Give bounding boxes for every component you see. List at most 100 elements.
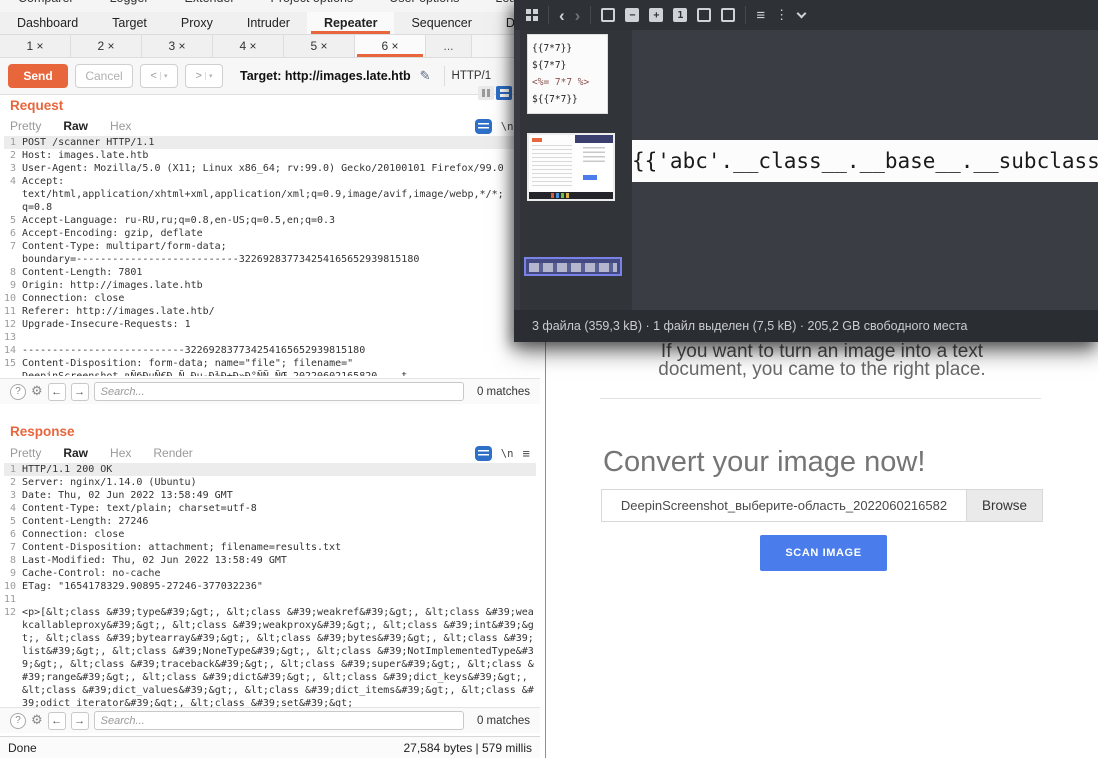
response-view-tab[interactable]: Raw xyxy=(63,446,100,462)
burp-top-tab[interactable]: Comparer xyxy=(0,0,92,5)
show-newlines-icon[interactable]: \n xyxy=(501,448,514,460)
next-match-button[interactable]: → xyxy=(71,383,89,401)
file-input-value: DeepinScreenshot_выберите-область_202206… xyxy=(602,490,966,521)
request-search-input[interactable] xyxy=(94,382,464,401)
request-match-count: 0 matches xyxy=(477,386,530,398)
screenshot-thumbnail[interactable] xyxy=(527,133,615,201)
line-number: 6 xyxy=(4,528,22,541)
repeater-tab[interactable]: 6 × xyxy=(355,35,426,57)
response-view-tab[interactable]: Hex xyxy=(110,446,143,462)
scan-image-button[interactable]: SCAN IMAGE xyxy=(760,535,887,571)
request-view-tab[interactable]: Raw xyxy=(63,119,100,135)
toolbar-divider xyxy=(548,6,549,24)
help-icon[interactable]: ? xyxy=(10,384,26,400)
payload-text-thumbnail[interactable]: {{7*7}} ${7*7} <%= 7*7 %> ${{7*7}} xyxy=(527,34,608,114)
expand-icon[interactable] xyxy=(721,8,735,22)
burp-main-tab[interactable]: Repeater xyxy=(307,12,395,34)
request-line: 7Content-Type: multipart/form-data; boun… xyxy=(4,240,536,266)
burp-top-tab[interactable]: Project options xyxy=(253,0,372,5)
repeater-tab[interactable]: 1 × xyxy=(0,35,71,57)
burp-main-tab[interactable]: Intruder xyxy=(230,12,307,34)
request-view-tab[interactable]: Hex xyxy=(110,119,143,135)
toolbar-divider xyxy=(590,6,591,24)
forward-icon[interactable]: › xyxy=(575,7,581,24)
pretty-print-icon[interactable] xyxy=(475,119,492,134)
kebab-menu-icon[interactable]: ⋮ xyxy=(775,7,788,23)
list-view-icon[interactable]: ≡ xyxy=(756,7,765,24)
repeater-tab[interactable]: 5 × xyxy=(284,35,355,57)
dropdown-caret-icon[interactable]: ▾ xyxy=(160,72,168,80)
help-icon[interactable]: ? xyxy=(10,713,26,729)
burp-main-tab[interactable]: Dashboard xyxy=(0,12,95,34)
actual-size-icon[interactable]: 1 xyxy=(673,8,687,22)
request-view-tab[interactable]: Pretty xyxy=(10,119,53,135)
request-line: 14---------------------------32269283773… xyxy=(4,344,536,357)
request-line: 11Referer: http://images.late.htb/ xyxy=(4,305,536,318)
section-divider xyxy=(600,398,1041,399)
response-line: 11 xyxy=(4,593,536,606)
prev-match-button[interactable]: ← xyxy=(48,383,66,401)
editor-menu-icon[interactable]: ≡ xyxy=(522,446,530,461)
response-view-tab[interactable]: Render xyxy=(153,446,204,462)
thumbnail-view-icon[interactable] xyxy=(526,9,538,21)
request-line: 3User-Agent: Mozilla/5.0 (X11; Linux x86… xyxy=(4,162,536,175)
repeater-tab[interactable]: 3 × xyxy=(142,35,213,57)
burp-main-tab[interactable]: Sequencer xyxy=(394,12,488,34)
burp-top-tab[interactable]: Extender xyxy=(167,0,253,5)
line-text: Accept-Language: ru-RU,ru;q=0.8,en-US;q=… xyxy=(22,214,536,227)
zoom-out-icon[interactable]: − xyxy=(625,8,639,22)
burp-top-tab[interactable]: User options xyxy=(371,0,477,5)
line-number: 14 xyxy=(4,344,22,357)
gear-icon[interactable]: ⚙ xyxy=(31,384,43,399)
show-newlines-icon[interactable]: \n xyxy=(501,121,514,133)
history-forward-button[interactable]: >▾ xyxy=(185,64,223,88)
chevron-down-icon[interactable] xyxy=(797,9,807,19)
line-number: 8 xyxy=(4,554,22,567)
repeater-tab[interactable]: 2 × xyxy=(71,35,142,57)
line-number: 4 xyxy=(4,502,22,515)
request-editor[interactable]: 1POST /scanner HTTP/1.1 2Host: images.la… xyxy=(4,136,536,376)
preview-area[interactable]: {{'abc'.__class__.__base__.__subclasses_… xyxy=(632,30,1098,310)
payload-line: ${7*7} xyxy=(532,57,603,74)
burp-main-tab[interactable]: Proxy xyxy=(164,12,230,34)
send-button[interactable]: Send xyxy=(8,64,68,88)
edit-target-icon[interactable]: ✎ xyxy=(420,68,431,84)
fit-view-icon[interactable] xyxy=(601,8,615,22)
response-line: 8Last-Modified: Thu, 02 Jun 2022 13:58:4… xyxy=(4,554,536,567)
zoom-in-icon[interactable]: + xyxy=(649,8,663,22)
target-url-label: Target: http://images.late.htb xyxy=(240,69,411,83)
prev-match-button[interactable]: ← xyxy=(48,712,66,730)
response-line: 5Content-Length: 27246 xyxy=(4,515,536,528)
line-number: 5 xyxy=(4,515,22,528)
line-number: 3 xyxy=(4,489,22,502)
selected-image-thumbnail[interactable] xyxy=(524,257,622,276)
line-text: Host: images.late.htb xyxy=(22,149,536,162)
repeater-tab[interactable]: ... xyxy=(426,35,472,57)
pretty-print-icon[interactable] xyxy=(475,446,492,461)
file-input[interactable]: DeepinScreenshot_выберите-область_202206… xyxy=(601,489,1043,522)
response-search-input[interactable] xyxy=(94,711,464,730)
back-icon[interactable]: ‹ xyxy=(559,7,565,24)
response-view-tab[interactable]: Pretty xyxy=(10,446,53,462)
columns-layout-button[interactable] xyxy=(478,86,494,100)
next-match-button[interactable]: → xyxy=(71,712,89,730)
line-number: 9 xyxy=(4,567,22,580)
fullscreen-icon[interactable] xyxy=(697,8,711,22)
repeater-tab[interactable]: 4 × xyxy=(213,35,284,57)
request-view-tabs: Pretty Raw Hex xyxy=(10,119,153,135)
browse-button[interactable]: Browse xyxy=(966,490,1042,521)
http-version-label[interactable]: HTTP/1 xyxy=(452,70,492,82)
file-manager-status-bar: 3 файла (359,3 kB) · 1 файл выделен (7,5… xyxy=(514,310,1098,342)
dropdown-caret-icon[interactable]: ▾ xyxy=(205,72,213,80)
gear-icon[interactable]: ⚙ xyxy=(31,713,43,728)
repeater-tabs: 1 × 2 × 3 × 4 × 5 × 6 × xyxy=(0,35,540,58)
rows-layout-button[interactable] xyxy=(496,86,512,100)
burp-main-tab[interactable]: Target xyxy=(95,12,164,34)
file-manager-toolbar: ‹ › − + 1 ≡ ⋮ xyxy=(514,0,1098,30)
line-number: 13 xyxy=(4,331,22,344)
response-editor[interactable]: 1HTTP/1.1 200 OK 2Server: nginx/1.14.0 (… xyxy=(4,463,536,707)
line-text: ETag: "1654178329.90895-27246-377032236" xyxy=(22,580,536,593)
burp-top-tab[interactable]: Logger xyxy=(92,0,167,5)
history-back-button[interactable]: <▾ xyxy=(140,64,178,88)
cancel-button[interactable]: Cancel xyxy=(75,64,133,88)
